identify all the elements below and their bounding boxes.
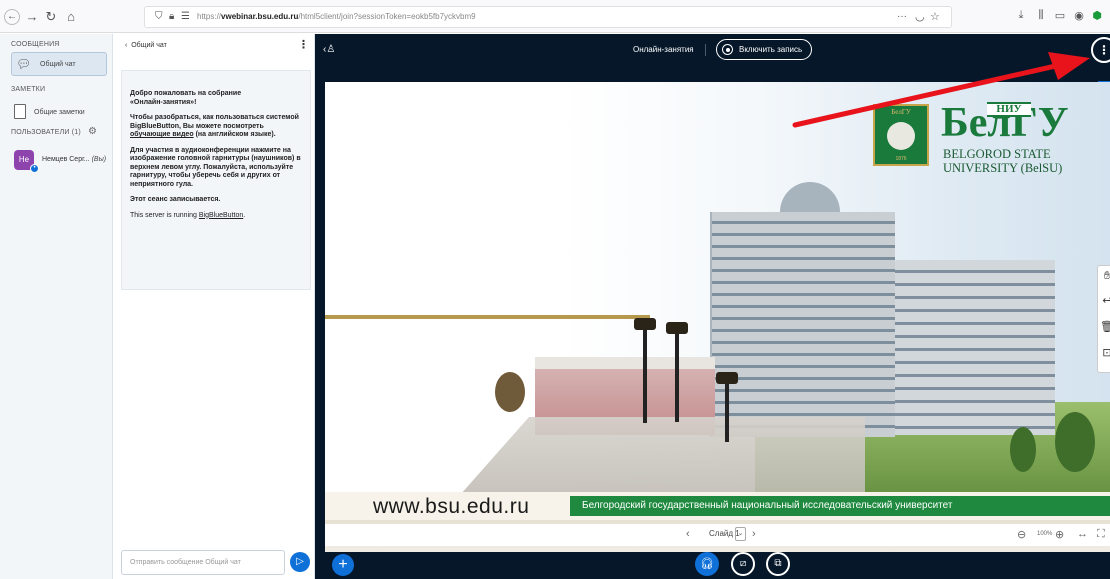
home-button[interactable]: ⌂ [63,9,79,25]
hand-tool-icon[interactable]: ✋︎ [1100,270,1110,283]
send-message-button[interactable]: ▷ [290,552,310,572]
chat-panel: ‹ Общий чат ⋮ Добро пожаловать на собран… [113,34,315,579]
fit-to-width-button[interactable]: ↔ [1077,528,1088,540]
library-icon[interactable]: ⫼ [1034,9,1048,22]
title-divider [705,44,706,56]
previous-slide-button[interactable]: ‹ [686,528,690,540]
slide-building-right [890,260,1055,435]
annotation-red-arrow [792,52,1090,128]
zoom-in-button[interactable]: ⊕ [1055,528,1064,541]
slide-statue [495,372,525,412]
account-icon[interactable]: ◉ [1072,9,1086,22]
slide-footer: www.bsu.edu.ru Белгородский государствен… [325,492,1110,520]
browser-toolbar: ← → ↻ ⌂ ⛉ 🔒︎ ☰ https://vwebinar.bsu.edu.… [0,0,1110,33]
slide-dropdown-chevron-icon[interactable]: ⌄ [735,527,746,541]
chat-input-placeholder: Отправить сообщение Общий чат [130,559,241,566]
permissions-icon[interactable]: ☰ [181,11,190,22]
next-slide-button[interactable]: › [752,528,756,540]
slide-lamp-post [666,322,688,422]
public-chat-label: Общий чат [40,61,76,68]
slide-lamp-post [634,318,656,423]
tutorial-video-link[interactable]: обучающие видео [130,131,194,138]
belsu-english-name-line1: BELGOROD STATE [943,147,1051,161]
user-list-item[interactable]: Немцев Серг... (Вы) [42,156,106,163]
sidebar-icon[interactable]: ▭ [1053,9,1067,22]
notes-heading: ЗАМЕТКИ [11,86,46,93]
user-list-toggle-icon[interactable]: ‹♙ [323,44,335,55]
public-chat-button[interactable]: 💬︎ Общий чат [11,52,107,76]
actions-plus-button[interactable]: + [332,554,354,576]
zoom-value: 100% [1037,531,1053,537]
notes-icon[interactable] [14,104,26,119]
multi-user-whiteboard-icon[interactable]: ⊡ [1100,346,1110,359]
chat-options-icon[interactable]: ⋮ [298,38,309,51]
share-webcam-button[interactable]: ⧄ [731,552,755,576]
slide-lamp-post [716,372,738,442]
back-button[interactable]: ← [4,9,20,25]
presentation-controls: ‹ Слайд 1 ⌄ › ⊖ 100% ⊕ ↔ ⛶ [325,524,1110,546]
audio-tip-text: Для участия в аудиоконференции нажмите н… [130,146,301,188]
page-actions-icon[interactable]: ··· [897,11,907,22]
slide-footer-url: www.bsu.edu.ru [373,495,530,518]
welcome-message: Добро пожаловать на собрание «Онлайн-заня… [121,70,311,290]
slide-footer-band: Белгородский государственный национальны… [570,496,1110,516]
whiteboard-toolbar: ✋︎ ↩ 🗑︎ ⊡ [1097,265,1110,373]
undo-icon[interactable]: ↩ [1100,294,1110,307]
record-icon [722,44,733,55]
extension-icon[interactable]: ⬢ [1090,9,1104,22]
help-text: Чтобы разобраться, как пользоваться сист… [130,114,299,138]
slide-footer-university-name: Белгородский государственный национальны… [582,500,953,511]
meeting-title: Онлайн-занятия [633,45,694,54]
server-info: This server is running BigBlueButton. [130,211,246,219]
chat-message-input[interactable]: Отправить сообщение Общий чат [121,550,285,575]
bbb-user-list-panel: СООБЩЕНИЯ 💬︎ Общий чат ЗАМЕТКИ Общие зам… [0,34,113,579]
trash-icon[interactable]: 🗑︎ [1100,320,1110,333]
lock-icon[interactable]: 🔒︎ [169,11,174,22]
zoom-out-button[interactable]: ⊖ [1017,528,1026,541]
share-screen-button[interactable]: ⧉ [766,552,790,576]
messages-heading: СООБЩЕНИЯ [11,41,60,48]
shared-notes-button[interactable]: Общие заметки [34,109,85,116]
belsu-english-name-line2: UNIVERSITY (BelSU) [943,161,1063,175]
user-options-gear-icon[interactable]: ⚙ [88,126,97,137]
chat-bubbles-icon: 💬︎ [16,57,32,71]
audio-headphones-button[interactable]: 🎧︎ [695,552,719,576]
tracking-shield-icon[interactable]: ⛉ [155,11,163,22]
welcome-heading: Добро пожаловать на собрание «Онлайн-заня… [130,90,242,106]
fullscreen-button[interactable]: ⛶ [1097,528,1105,541]
user-status-icon: • [30,164,39,173]
reload-button[interactable]: ↻ [43,9,59,25]
bigbluebutton-link[interactable]: BigBlueButton [199,212,243,219]
recording-note: Этот сеанс записывается. [130,196,221,203]
chat-back-button[interactable]: ‹ Общий чат [125,42,167,49]
pocket-icon[interactable]: ◡ [915,10,925,23]
slide-tree [1055,412,1095,472]
download-icon[interactable]: ⤓ [1014,9,1028,22]
slide-tree [1010,427,1036,472]
url-bar[interactable]: ⛉ 🔒︎ ☰ https://vwebinar.bsu.edu.ru/html5… [144,6,952,28]
slide-gold-line [325,315,650,319]
slide-building-main [710,212,895,437]
forward-button[interactable]: → [24,9,40,25]
presentation-slide: БелГУ 1876 БелГУ НИУ BELGOROD STATE UNIV… [325,82,1110,552]
users-heading: ПОЛЬЗОВАТЕЛИ (1) [11,129,81,136]
url-text[interactable]: https://vwebinar.bsu.edu.ru/html5client/… [197,12,476,21]
bookmark-star-icon[interactable]: ☆ [930,10,940,23]
